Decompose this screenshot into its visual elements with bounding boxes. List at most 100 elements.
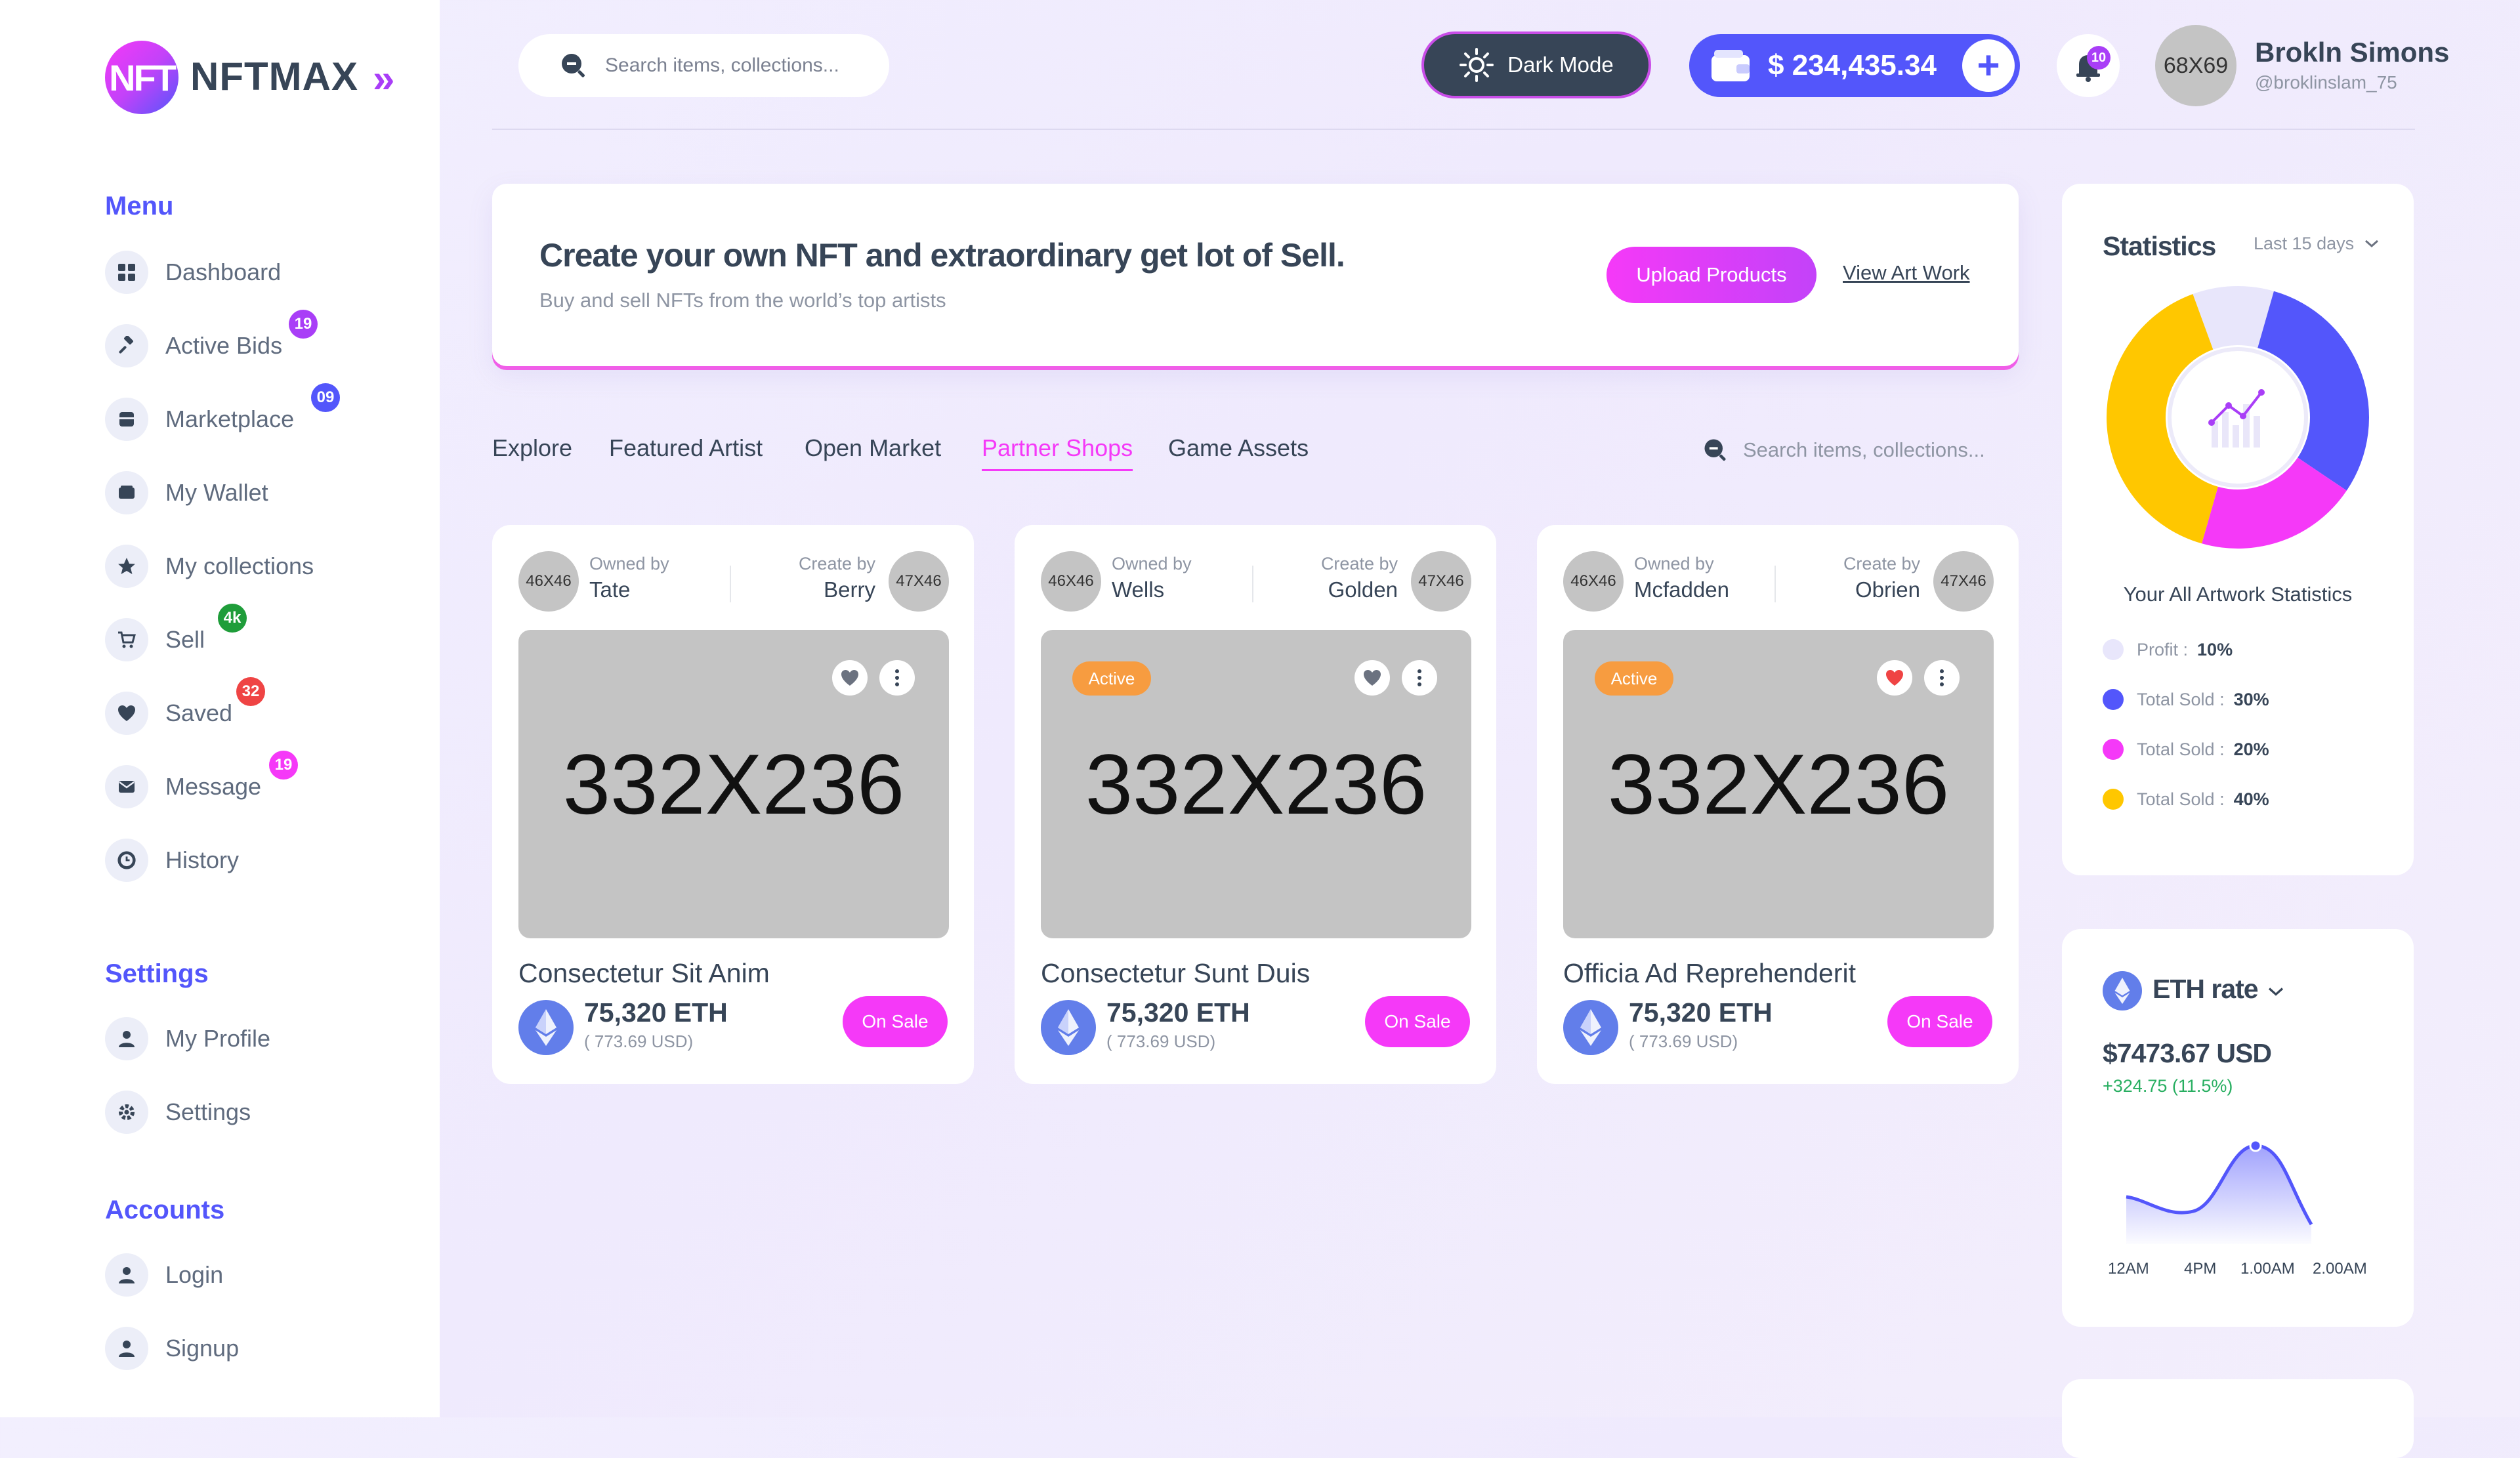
sidebar-item-label: My Profile bbox=[165, 1025, 271, 1052]
nft-card[interactable]: 46X46 Owned by Tate Create by Berry 47X4… bbox=[492, 525, 974, 1084]
tab-partner-shops[interactable]: Partner Shops bbox=[982, 434, 1133, 471]
sidebar-item-label: Active Bids bbox=[165, 332, 283, 359]
more-options-button[interactable] bbox=[1402, 660, 1437, 696]
sidebar-item-active-bids[interactable]: Active Bids 19 bbox=[105, 310, 318, 369]
ethereum-icon bbox=[2103, 971, 2142, 1010]
upload-products-button[interactable]: Upload Products bbox=[1606, 247, 1816, 303]
eth-rate-value: $7473.67 USD bbox=[2103, 1038, 2272, 1068]
nft-title[interactable]: Consectetur Sit Anim bbox=[518, 958, 770, 989]
owner-label: Owned by bbox=[589, 554, 669, 573]
on-sale-button[interactable]: On Sale bbox=[1887, 996, 1992, 1047]
favorite-button[interactable] bbox=[832, 660, 868, 696]
creator-label: Create by bbox=[798, 554, 875, 573]
on-sale-button[interactable]: On Sale bbox=[843, 996, 948, 1047]
divider bbox=[730, 566, 731, 602]
eth-rate-widget: ETH rate $7473.67 USD +324.75 (11.5%) 12… bbox=[2062, 929, 2414, 1327]
sidebar-item-dashboard[interactable]: Dashboard bbox=[105, 249, 281, 295]
nft-title[interactable]: Officia Ad Reprehenderit bbox=[1563, 958, 1856, 989]
nft-price: 75,320 ETH bbox=[1629, 997, 1773, 1028]
creator-name[interactable]: Obrien bbox=[1855, 577, 1920, 602]
nft-card[interactable]: 46X46 Owned by Mcfadden Create by Obrien… bbox=[1537, 525, 2019, 1084]
range-label: Last 15 days bbox=[2254, 234, 2355, 253]
nft-price-usd: ( 773.69 USD) bbox=[584, 1031, 694, 1051]
eth-rate-change: +324.75 (11.5%) bbox=[2103, 1076, 2233, 1096]
sun-icon bbox=[1460, 48, 1494, 82]
collapse-sidebar-icon[interactable]: » bbox=[373, 59, 412, 98]
tab-search-input[interactable] bbox=[1742, 438, 2020, 463]
legend-item: Profit : 10% bbox=[2103, 639, 2233, 660]
search-input[interactable] bbox=[604, 54, 856, 77]
legend-item: Total Sold : 20% bbox=[2103, 739, 2269, 760]
eth-rate-sparkline bbox=[2126, 1139, 2313, 1244]
search-bar[interactable] bbox=[518, 34, 889, 97]
nft-card[interactable]: 46X46 Owned by Wells Create by Golden 47… bbox=[1015, 525, 1496, 1084]
user-icon bbox=[105, 1253, 148, 1297]
x-axis-tick: 12AM bbox=[2108, 1260, 2149, 1278]
sidebar-item-marketplace[interactable]: Marketplace 09 bbox=[105, 383, 340, 442]
sidebar-item-my-collections[interactable]: My collections bbox=[105, 543, 314, 589]
nft-image[interactable]: 332X236 bbox=[518, 630, 949, 938]
ethereum-icon bbox=[1563, 1000, 1618, 1055]
creator-name[interactable]: Golden bbox=[1328, 577, 1398, 602]
sidebar-item-history[interactable]: History bbox=[105, 837, 239, 883]
sidebar-item-settings[interactable]: Settings bbox=[105, 1089, 251, 1135]
ethereum-icon bbox=[518, 1000, 574, 1055]
favorite-button[interactable] bbox=[1354, 660, 1390, 696]
dark-mode-label: Dark Mode bbox=[1507, 52, 1614, 77]
nft-image[interactable]: 332X236 Active bbox=[1563, 630, 1994, 938]
tab-featured-artist[interactable]: Featured Artist bbox=[609, 434, 763, 462]
legend-swatch bbox=[2103, 739, 2124, 760]
sidebar-item-signup[interactable]: Signup bbox=[105, 1325, 239, 1371]
chevron-down-icon bbox=[2364, 240, 2378, 248]
notification-button[interactable]: 10 bbox=[2057, 34, 2120, 97]
nft-image[interactable]: 332X236 Active bbox=[1041, 630, 1471, 938]
statistics-donut-chart bbox=[2107, 286, 2369, 549]
wallet-balance[interactable]: $ 234,435.34 + bbox=[1689, 34, 2020, 97]
statistics-widget: Statistics Last 15 days Your All Artwork… bbox=[2062, 184, 2414, 875]
owner-name[interactable]: Mcfadden bbox=[1634, 577, 1729, 602]
ethereum-icon bbox=[1041, 1000, 1096, 1055]
range-dropdown[interactable]: Last 15 days bbox=[2254, 234, 2380, 254]
gear-icon bbox=[105, 1091, 148, 1134]
creator-avatar[interactable]: 47X46 bbox=[889, 551, 949, 612]
sidebar-item-my-wallet[interactable]: My Wallet bbox=[105, 470, 268, 516]
dark-mode-toggle[interactable]: Dark Mode bbox=[1421, 31, 1651, 98]
eth-rate-dropdown[interactable]: ETH rate bbox=[2152, 974, 2286, 1005]
logo-mark[interactable]: NFT bbox=[105, 41, 178, 114]
owner-avatar[interactable]: 46X46 bbox=[1563, 551, 1624, 612]
sidebar-item-login[interactable]: Login bbox=[105, 1252, 223, 1298]
tab-game-assets[interactable]: Game Assets bbox=[1168, 434, 1309, 462]
more-vertical-icon bbox=[1418, 669, 1421, 686]
cart-icon bbox=[105, 618, 148, 661]
add-funds-button[interactable]: + bbox=[1962, 39, 2015, 92]
creator-avatar[interactable]: 47X46 bbox=[1411, 551, 1471, 612]
avatar[interactable]: 68X69 bbox=[2155, 25, 2236, 106]
hero-title: Create your own NFT and extraordinary ge… bbox=[539, 237, 1345, 274]
grid-icon bbox=[105, 251, 148, 294]
view-art-work-link[interactable]: View Art Work bbox=[1843, 261, 1970, 285]
creator-label: Create by bbox=[1843, 554, 1920, 573]
badge-count: 19 bbox=[289, 310, 318, 339]
owner-name[interactable]: Wells bbox=[1112, 577, 1164, 602]
more-options-button[interactable] bbox=[879, 660, 915, 696]
favorite-button[interactable] bbox=[1877, 660, 1912, 696]
x-axis-tick: 2.00AM bbox=[2313, 1260, 2367, 1278]
creator-avatar[interactable]: 47X46 bbox=[1933, 551, 1994, 612]
sidebar-item-sell[interactable]: Sell 4k bbox=[105, 604, 247, 663]
more-options-button[interactable] bbox=[1924, 660, 1960, 696]
owner-name[interactable]: Tate bbox=[589, 577, 630, 602]
on-sale-button[interactable]: On Sale bbox=[1365, 996, 1470, 1047]
sidebar-item-saved[interactable]: Saved 32 bbox=[105, 677, 265, 736]
tab-search[interactable] bbox=[1701, 436, 2020, 465]
sidebar-item-my-profile[interactable]: My Profile bbox=[105, 1016, 270, 1062]
legend-label: Total Sold : bbox=[2137, 789, 2225, 809]
owner-avatar[interactable]: 46X46 bbox=[518, 551, 579, 612]
clock-icon bbox=[105, 839, 148, 882]
tab-explore[interactable]: Explore bbox=[492, 434, 572, 462]
owner-avatar[interactable]: 46X46 bbox=[1041, 551, 1101, 612]
nft-title[interactable]: Consectetur Sunt Duis bbox=[1041, 958, 1310, 989]
notification-badge: 10 bbox=[2087, 46, 2110, 70]
tab-open-market[interactable]: Open Market bbox=[805, 434, 941, 462]
creator-name[interactable]: Berry bbox=[824, 577, 875, 602]
sidebar-item-message[interactable]: Message 19 bbox=[105, 751, 298, 810]
